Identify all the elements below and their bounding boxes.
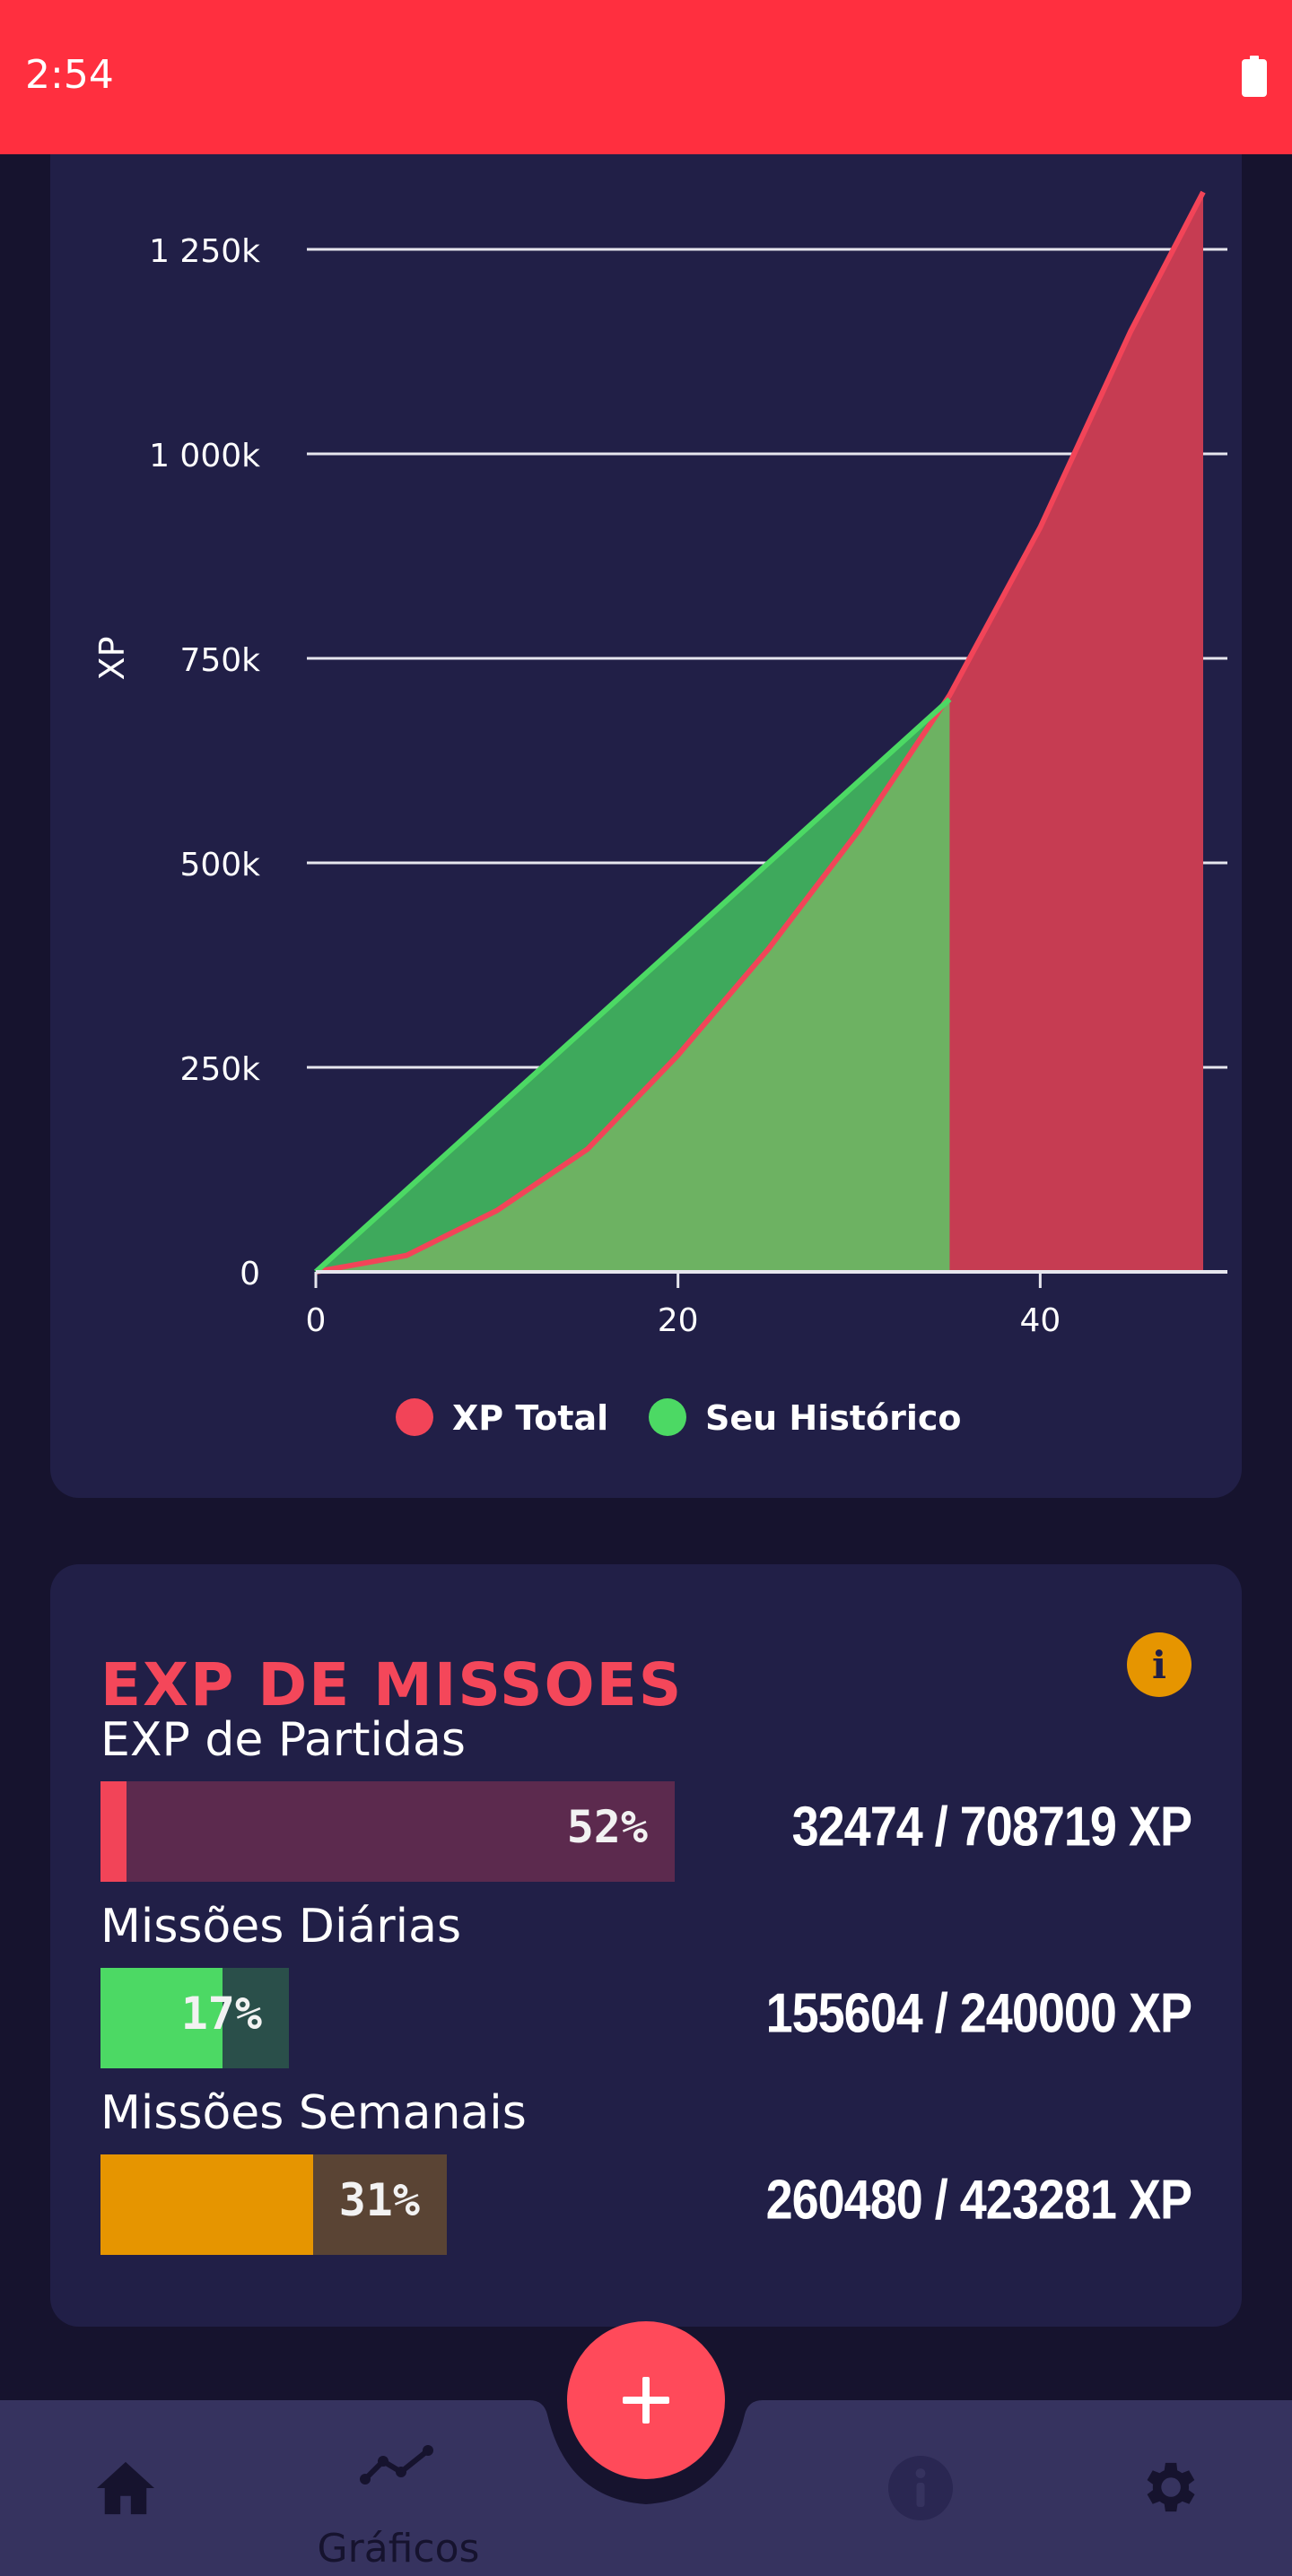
nav-label-graficos: Gráficos [317, 2526, 480, 2572]
mission-progress-fill [100, 1781, 127, 1882]
y-tick-label: 500k [179, 847, 260, 883]
info-icon: i [1152, 1642, 1166, 1687]
legend-swatch [649, 1398, 686, 1436]
y-tick-label: 250k [179, 1051, 260, 1088]
nav-item-info[interactable] [849, 2400, 992, 2576]
mission-row-label: Missões Diárias [100, 1900, 462, 1954]
gear-icon [1147, 2462, 1195, 2512]
xp-area-chart: 0 250k 500k 750k 1 000k 1 250k XP 0 20 40 XP Total… [92, 190, 1227, 1438]
mission-row-value: 260480 / 423281 XP [765, 2169, 1192, 2232]
mission-progress-percent: 31% [338, 2174, 420, 2226]
y-tick-label: 1 000k [149, 438, 260, 474]
chart-line-icon [360, 2445, 433, 2485]
xp-chart-card: 0 250k 500k 750k 1 000k 1 250k XP 0 20 40 XP Total… [50, 108, 1242, 1498]
mission-progress-fill [100, 2154, 313, 2255]
nav-item-graficos[interactable]: Gráficos [300, 2400, 497, 2576]
x-tick-label: 20 [658, 1302, 699, 1339]
mission-progress-percent: 17% [180, 1988, 262, 2040]
mission-row-label: EXP de Partidas [100, 1713, 466, 1767]
home-icon [97, 2461, 154, 2515]
x-tick-label: 0 [306, 1302, 327, 1339]
missions-title: EXP DE MISSOES [100, 1650, 684, 1719]
legend-label: XP Total [452, 1398, 608, 1438]
mission-row-label: Missões Semanais [100, 2086, 527, 2140]
add-button[interactable] [567, 2321, 725, 2479]
legend-label: Seu Histórico [705, 1398, 962, 1438]
info-circle-icon [888, 2456, 953, 2520]
nav-item-home[interactable] [54, 2400, 197, 2576]
mission-progress-bar: 31% [100, 2154, 447, 2255]
y-axis-label: XP [92, 637, 132, 681]
y-tick-label: 750k [179, 642, 260, 679]
mission-progress-bar: 17% [100, 1968, 289, 2068]
y-tick-label: 0 [240, 1256, 260, 1292]
x-tick-label: 40 [1019, 1302, 1061, 1339]
y-tick-label: 1 250k [149, 233, 260, 270]
missions-card: EXP DE MISSOES i EXP de Partidas 52% 32474… [50, 1564, 1242, 2327]
info-button[interactable]: i [1127, 1632, 1192, 1697]
battery-icon [1242, 56, 1267, 97]
legend-swatch [396, 1398, 433, 1436]
mission-row-value: 155604 / 240000 XP [765, 1982, 1192, 2045]
status-time: 2:54 [25, 52, 114, 98]
mission-row-value: 32474 / 708719 XP [791, 1796, 1192, 1858]
status-bar: 2:54 [0, 0, 1292, 154]
nav-item-settings[interactable] [1096, 2400, 1240, 2576]
plus-icon [623, 2377, 669, 2424]
